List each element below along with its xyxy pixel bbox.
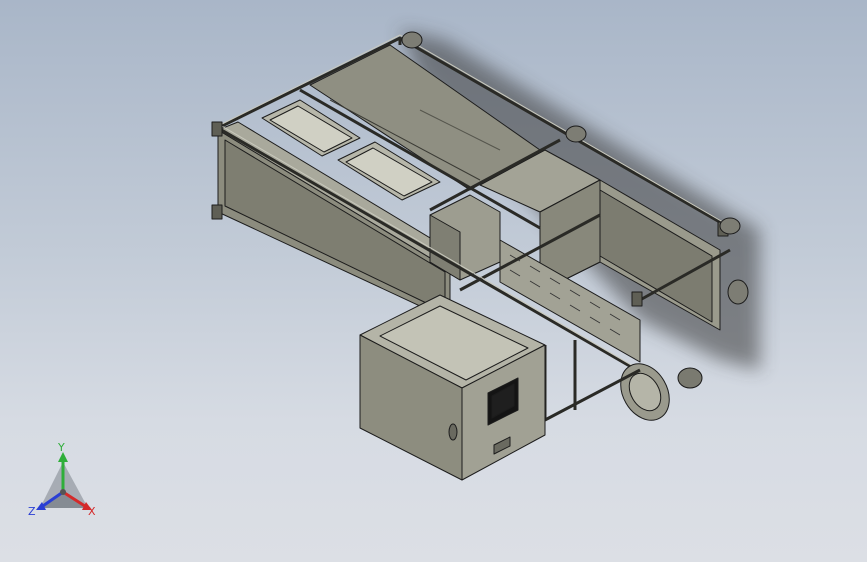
z-axis-label: Z (28, 505, 36, 518)
electrical-cabinet (359, 294, 546, 481)
orientation-triad[interactable]: Y X Z (20, 440, 110, 530)
cabinet-lock (448, 423, 458, 441)
x-axis-label: X (88, 505, 96, 518)
cad-model[interactable] (0, 0, 867, 562)
y-axis-label: Y (58, 441, 65, 454)
3d-viewport[interactable]: Y X Z (0, 0, 867, 562)
handwheel (620, 363, 703, 421)
